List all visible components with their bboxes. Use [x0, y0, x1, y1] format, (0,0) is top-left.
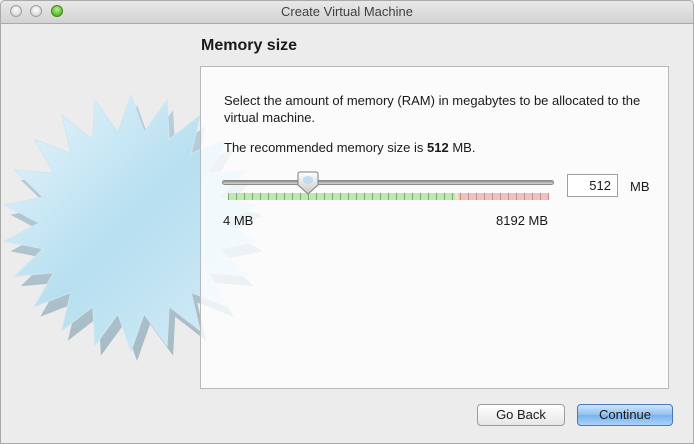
slider-track[interactable] — [222, 180, 554, 185]
slider-tick — [492, 193, 493, 200]
create-vm-window: Create Virtual Machine Memory size Selec… — [0, 0, 694, 444]
memory-description: Select the amount of memory (RAM) in meg… — [224, 93, 641, 125]
slider-tick — [412, 193, 413, 200]
slider-tick — [396, 193, 397, 200]
recommended-value: 512 — [427, 140, 449, 155]
slider-tick — [516, 193, 517, 200]
slider-tick — [540, 193, 541, 200]
slider-tick — [548, 193, 549, 200]
slider-tick — [340, 193, 341, 200]
slider-tick — [508, 193, 509, 200]
recommend-suffix: MB. — [448, 140, 476, 155]
slider-tick — [228, 193, 229, 200]
window-title: Create Virtual Machine — [281, 4, 413, 19]
slider-tick — [348, 193, 349, 200]
slider-tick — [500, 193, 501, 200]
max-memory-label: 8192 MB — [496, 213, 549, 228]
slider-tick — [404, 193, 405, 200]
slider-tick — [252, 193, 253, 200]
slider-tick — [532, 193, 533, 200]
memory-size-input[interactable] — [567, 174, 618, 197]
slider-tick — [476, 193, 477, 200]
slider-tick — [260, 193, 261, 200]
slider-tick — [452, 193, 453, 200]
slider-tick — [236, 193, 237, 200]
continue-button[interactable]: Continue — [577, 404, 673, 426]
recommended-memory-text: The recommended memory size is 512 MB. — [224, 139, 475, 156]
slider-tick — [388, 193, 389, 200]
slider-tick — [276, 193, 277, 200]
slider-ticks — [228, 193, 549, 200]
section-title: Memory size — [201, 37, 298, 54]
memory-unit-label: MB — [630, 179, 650, 194]
slider-tick — [284, 193, 285, 200]
slider-tick — [428, 193, 429, 200]
slider-tick — [372, 193, 373, 200]
slider-tick — [324, 193, 325, 200]
slider-tick — [468, 193, 469, 200]
min-memory-label: 4 MB — [223, 213, 254, 228]
slider-tick — [364, 193, 365, 200]
slider-tick — [524, 193, 525, 200]
slider-tick — [380, 193, 381, 200]
slider-tick — [356, 193, 357, 200]
slider-tick — [460, 193, 461, 200]
slider-tick — [332, 193, 333, 200]
slider-thumb[interactable] — [297, 171, 319, 195]
slider-tick — [436, 193, 437, 200]
recommend-prefix: The recommended memory size is — [224, 140, 428, 155]
slider-tick — [244, 193, 245, 200]
memory-slider[interactable] — [220, 171, 560, 211]
title-bar: Create Virtual Machine — [1, 1, 693, 24]
slider-tick — [444, 193, 445, 200]
slider-tick — [484, 193, 485, 200]
slider-tick — [420, 193, 421, 200]
slider-tick — [268, 193, 269, 200]
slider-tick — [292, 193, 293, 200]
go-back-button[interactable]: Go Back — [477, 404, 565, 426]
